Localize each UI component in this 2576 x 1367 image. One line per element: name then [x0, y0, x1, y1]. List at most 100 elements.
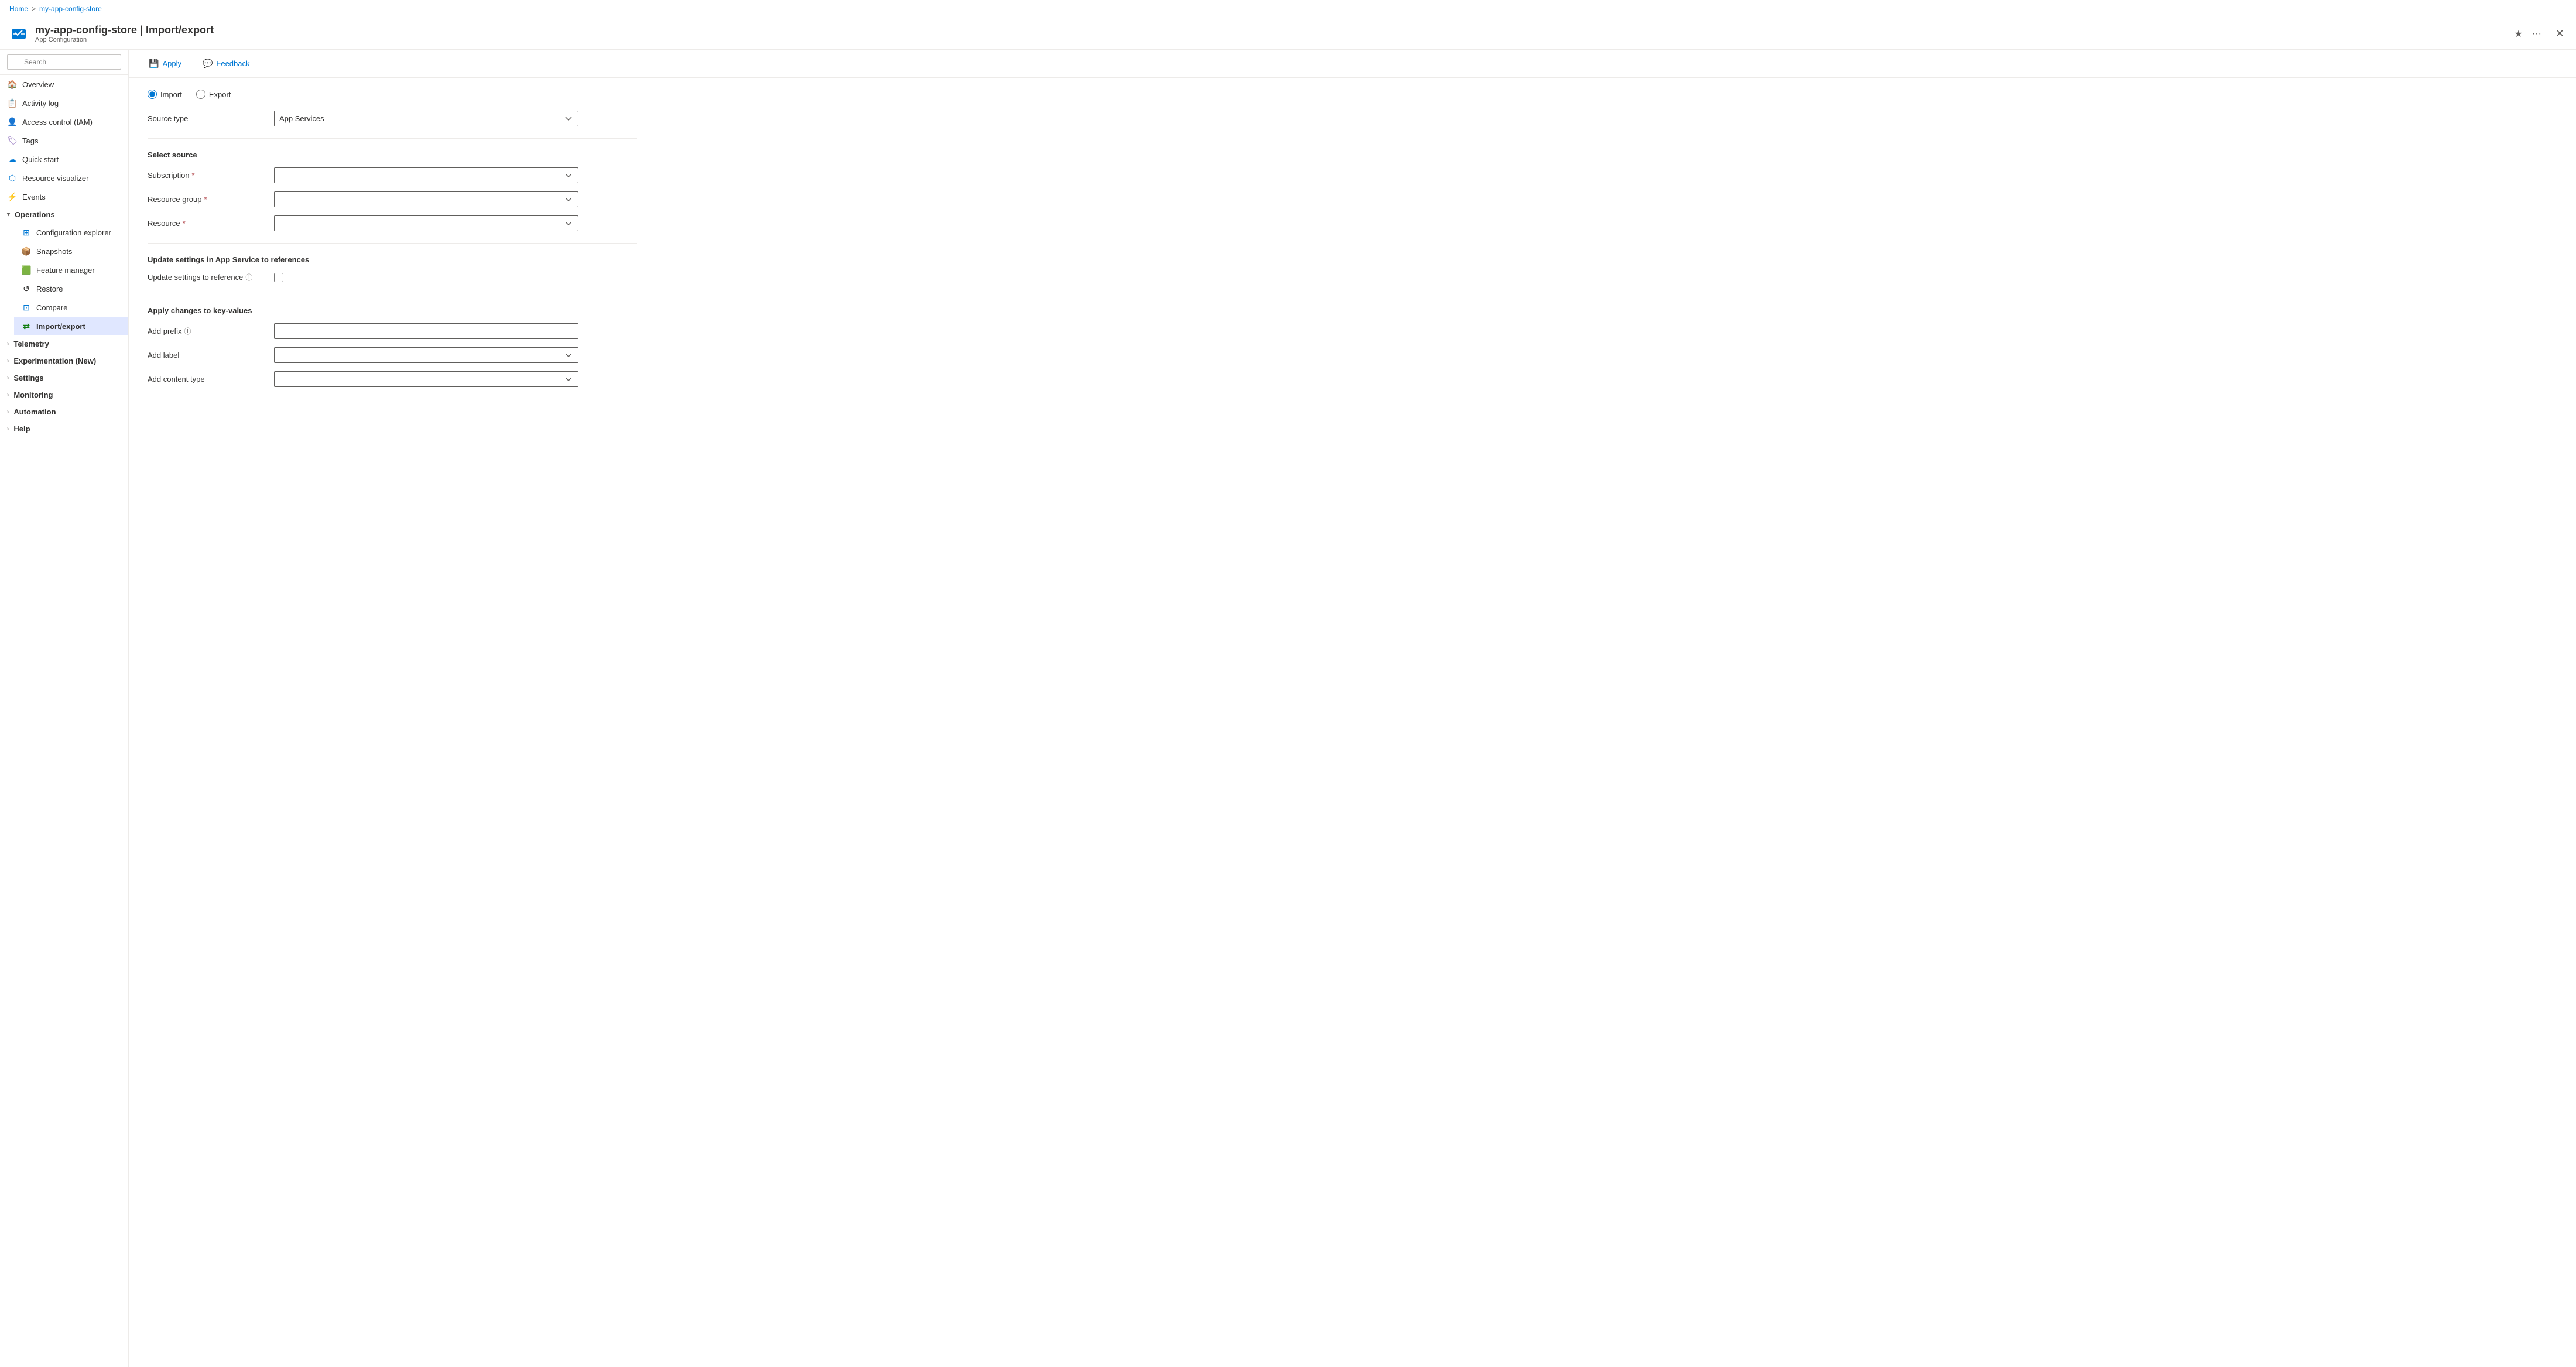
favorite-icon[interactable]: ★: [2512, 26, 2525, 42]
update-settings-checkbox[interactable]: [274, 273, 283, 282]
sidebar-section-experimentation[interactable]: › Experimentation (New): [0, 352, 128, 369]
apply-icon: 💾: [149, 59, 159, 68]
prefix-info-icon[interactable]: ⓘ: [184, 326, 191, 336]
sidebar-section-telemetry[interactable]: › Telemetry: [0, 335, 128, 352]
export-radio[interactable]: [196, 90, 205, 99]
source-type-control: App Services Configuration File Azure Ap…: [274, 111, 578, 126]
feedback-icon: 💬: [203, 59, 213, 68]
add-label-control: [274, 347, 578, 363]
chevron-right-icon: ›: [7, 392, 9, 398]
resource-group-control: [274, 191, 578, 207]
add-label-select[interactable]: [274, 347, 578, 363]
export-label: Export: [209, 90, 231, 99]
update-settings-heading: Update settings in App Service to refere…: [148, 255, 637, 264]
sidebar-item-label: Events: [22, 193, 46, 201]
tags-icon: 🏷: [7, 135, 18, 146]
breadcrumb-home[interactable]: Home: [9, 5, 28, 13]
sidebar-item-label: Restore: [36, 285, 63, 293]
import-export-icon: ⇄: [21, 321, 32, 331]
sidebar-item-feature-manager[interactable]: 🟩 Feature manager: [14, 261, 128, 279]
add-content-type-select[interactable]: [274, 371, 578, 387]
close-button[interactable]: ✕: [2553, 25, 2567, 42]
activity-log-icon: 📋: [7, 98, 18, 108]
sidebar-item-quick-start[interactable]: ☁ Quick start: [0, 150, 128, 169]
subscription-label: Subscription *: [148, 171, 265, 180]
import-export-radio-group: Import Export: [148, 90, 637, 99]
apply-button[interactable]: 💾 Apply: [143, 56, 187, 71]
sidebar-item-import-export[interactable]: ⇄ Import/export: [14, 317, 128, 335]
sidebar-section-label: Monitoring: [13, 390, 53, 399]
import-label: Import: [160, 90, 182, 99]
import-radio-option[interactable]: Import: [148, 90, 182, 99]
apply-label: Apply: [162, 59, 181, 68]
sidebar-section-operations[interactable]: ▾ Operations: [0, 206, 128, 223]
import-radio[interactable]: [148, 90, 157, 99]
source-type-row: Source type App Services Configuration F…: [148, 111, 637, 126]
export-radio-option[interactable]: Export: [196, 90, 231, 99]
resource-group-required: *: [204, 195, 207, 204]
sidebar-item-label: Feature manager: [36, 266, 95, 275]
sidebar-section-label: Automation: [13, 407, 56, 416]
sidebar-item-events[interactable]: ⚡ Events: [0, 187, 128, 206]
sidebar-section-help[interactable]: › Help: [0, 420, 128, 437]
resource-select[interactable]: [274, 215, 578, 231]
add-content-type-row: Add content type: [148, 371, 637, 387]
update-settings-control: [274, 273, 578, 282]
sidebar-item-access-control[interactable]: 👤 Access control (IAM): [0, 112, 128, 131]
resource-group-select[interactable]: [274, 191, 578, 207]
sidebar-item-label: Import/export: [36, 322, 85, 331]
sidebar-item-overview[interactable]: 🏠 Overview: [0, 75, 128, 94]
resource-label: Resource *: [148, 219, 265, 228]
subscription-control: [274, 167, 578, 183]
sidebar-section-automation[interactable]: › Automation: [0, 403, 128, 420]
config-explorer-icon: ⊞: [21, 227, 32, 238]
page-title: my-app-config-store | Import/export: [35, 24, 2505, 36]
resource-group-label: Resource group *: [148, 195, 265, 204]
content-area: 💾 Apply 💬 Feedback Import Export: [129, 50, 2576, 1367]
sidebar-operations-children: ⊞ Configuration explorer 📦 Snapshots 🟩 F…: [0, 223, 128, 335]
compare-icon: ⊡: [21, 302, 32, 313]
add-content-type-control: [274, 371, 578, 387]
sidebar-item-label: Resource visualizer: [22, 174, 88, 183]
sidebar-item-resource-visualizer[interactable]: ⬡ Resource visualizer: [0, 169, 128, 187]
sidebar-item-label: Compare: [36, 303, 67, 312]
page-header: my-app-config-store | Import/export App …: [0, 18, 2576, 50]
feature-manager-icon: 🟩: [21, 265, 32, 275]
sidebar-section-settings[interactable]: › Settings: [0, 369, 128, 386]
chevron-right-icon: ›: [7, 358, 9, 364]
chevron-right-icon: ›: [7, 341, 9, 347]
sidebar-item-compare[interactable]: ⊡ Compare: [14, 298, 128, 317]
breadcrumb-resource[interactable]: my-app-config-store: [39, 5, 102, 13]
resource-row: Resource *: [148, 215, 637, 231]
select-source-heading: Select source: [148, 150, 637, 159]
resource-control: [274, 215, 578, 231]
search-input[interactable]: [7, 54, 121, 70]
resource-required: *: [183, 219, 186, 228]
source-type-select[interactable]: App Services Configuration File Azure Ap…: [274, 111, 578, 126]
sidebar-section-monitoring[interactable]: › Monitoring: [0, 386, 128, 403]
info-icon[interactable]: ⓘ: [245, 272, 252, 282]
apply-changes-heading: Apply changes to key-values: [148, 306, 637, 315]
more-options-icon[interactable]: ···: [2530, 26, 2544, 42]
page-subtitle: App Configuration: [35, 36, 2505, 43]
sidebar-search-area: [0, 50, 128, 75]
update-settings-row: Update settings to reference ⓘ: [148, 272, 637, 282]
divider-2: [148, 243, 637, 244]
sidebar-item-label: Snapshots: [36, 247, 72, 256]
sidebar-item-tags[interactable]: 🏷 Tags: [0, 131, 128, 150]
subscription-required: *: [192, 171, 195, 180]
sidebar-item-configuration-explorer[interactable]: ⊞ Configuration explorer: [14, 223, 128, 242]
access-control-icon: 👤: [7, 117, 18, 127]
feedback-button[interactable]: 💬 Feedback: [197, 56, 256, 71]
update-settings-label: Update settings to reference ⓘ: [148, 272, 265, 282]
subscription-select[interactable]: [274, 167, 578, 183]
add-prefix-input[interactable]: [274, 323, 578, 339]
events-icon: ⚡: [7, 191, 18, 202]
sidebar-item-snapshots[interactable]: 📦 Snapshots: [14, 242, 128, 261]
resource-visualizer-icon: ⬡: [7, 173, 18, 183]
header-actions: ★ ··· ✕: [2512, 25, 2567, 42]
sidebar-item-restore[interactable]: ↺ Restore: [14, 279, 128, 298]
sidebar-section-label: Experimentation (New): [13, 357, 96, 365]
sidebar-item-activity-log[interactable]: 📋 Activity log: [0, 94, 128, 112]
feedback-label: Feedback: [216, 59, 249, 68]
